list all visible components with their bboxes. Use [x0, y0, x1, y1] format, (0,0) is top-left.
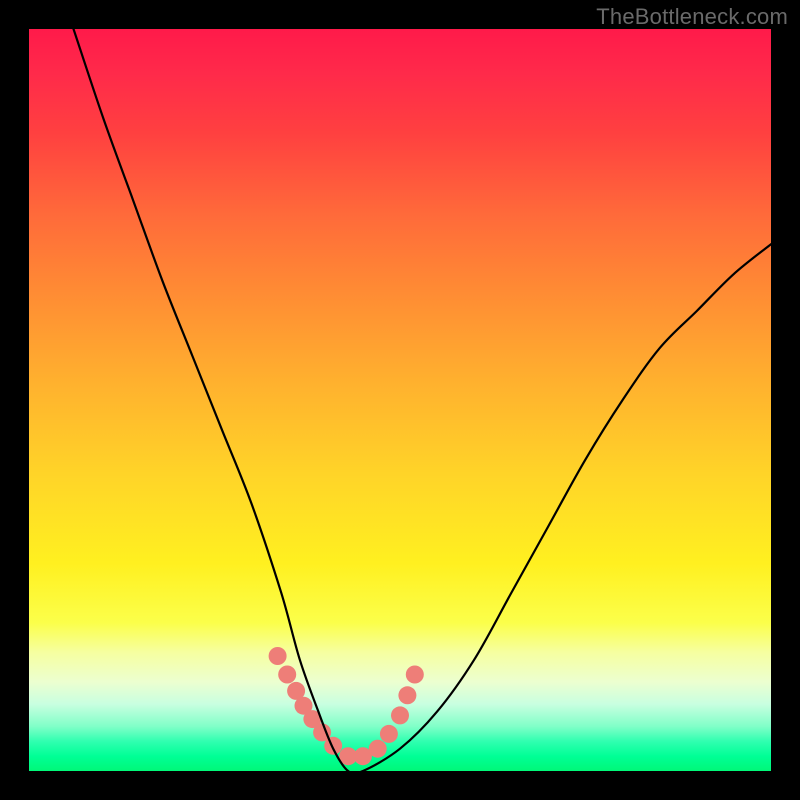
bottleneck-curve — [74, 29, 772, 771]
highlight-marker — [391, 706, 409, 724]
highlight-marker — [406, 666, 424, 684]
highlight-marker — [369, 740, 387, 758]
highlight-marker — [278, 666, 296, 684]
highlight-marker — [398, 686, 416, 704]
highlight-marker — [380, 725, 398, 743]
plot-area — [29, 29, 771, 771]
chart-frame: TheBottleneck.com — [0, 0, 800, 800]
highlight-marker — [324, 737, 342, 755]
curve-layer — [29, 29, 771, 771]
watermark-text: TheBottleneck.com — [596, 4, 788, 30]
highlight-marker — [269, 647, 287, 665]
